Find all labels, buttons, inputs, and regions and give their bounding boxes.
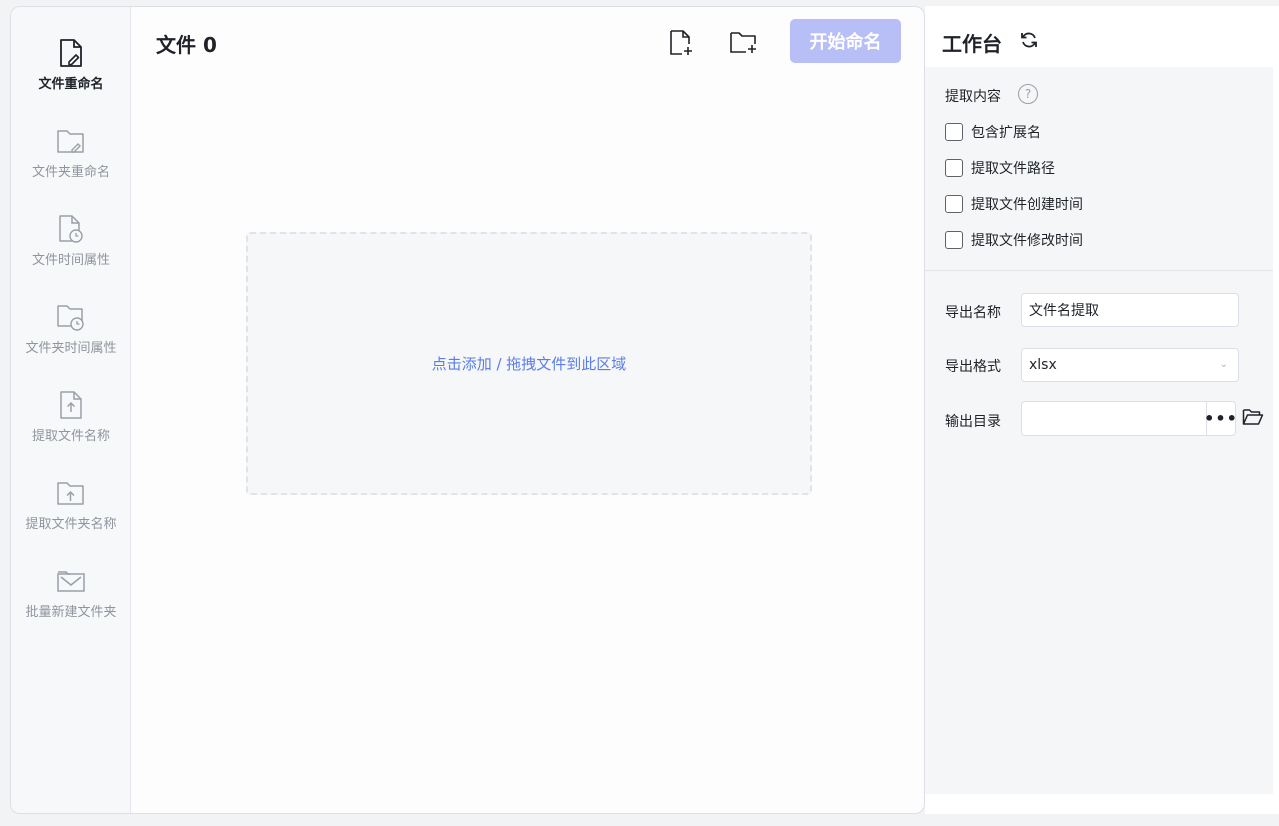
nav-item-label: 文件夹时间属性	[25, 341, 117, 356]
divider	[925, 270, 1273, 271]
checkbox[interactable]	[945, 231, 963, 249]
option-extract-path[interactable]: 提取文件路径	[945, 158, 1055, 178]
checkbox[interactable]	[945, 123, 963, 141]
nav-item-extract-file-name[interactable]: 提取文件名称	[11, 389, 131, 469]
nav-item-file-rename[interactable]: 文件重命名	[11, 37, 131, 117]
option-label: 提取文件创建时间	[971, 197, 1083, 213]
add-folder-button[interactable]	[728, 27, 760, 59]
file-clock-icon	[56, 213, 86, 245]
start-rename-button[interactable]: 开始命名	[790, 19, 901, 63]
file-upload-icon	[56, 389, 86, 421]
nav-item-batch-new-folder[interactable]: 批量新建文件夹	[11, 565, 131, 645]
file-count-title: 文件 0	[156, 33, 217, 57]
workbench-title: 工作台	[942, 32, 1002, 56]
nav-item-file-time[interactable]: 文件时间属性	[11, 213, 131, 293]
nav-item-folder-time[interactable]: 文件夹时间属性	[11, 301, 131, 381]
option-label: 提取文件路径	[971, 161, 1055, 177]
nav-item-label: 提取文件名称	[31, 429, 110, 444]
nav-item-label: 文件重命名	[38, 77, 104, 92]
chevron-down-icon: ⌄	[1219, 359, 1228, 370]
option-label: 包含扩展名	[971, 125, 1041, 141]
export-format-label: 导出格式	[945, 359, 1001, 375]
option-label: 提取文件修改时间	[971, 233, 1083, 249]
output-dir-label: 输出目录	[945, 414, 1001, 430]
nav-item-label: 文件时间属性	[31, 253, 110, 268]
add-file-button[interactable]	[665, 27, 697, 59]
folder-upload-icon	[56, 477, 86, 509]
refresh-icon[interactable]	[1017, 28, 1041, 52]
workbench-body: 提取内容 ? 包含扩展名 提取文件路径 提取文件创建时间 提取文件修改时间 导出…	[925, 67, 1273, 794]
main-card: 文件重命名 文件夹重命名 文件时间属性 文件夹时间属性 提取文件名称 提取文件夹…	[10, 6, 925, 814]
browse-button[interactable]: •••	[1204, 401, 1237, 436]
extract-content-label: 提取内容	[945, 89, 1001, 105]
nav-item-extract-folder-name[interactable]: 提取文件夹名称	[11, 477, 131, 557]
option-extract-created-time[interactable]: 提取文件创建时间	[945, 194, 1083, 214]
sidebar-nav: 文件重命名 文件夹重命名 文件时间属性 文件夹时间属性 提取文件名称 提取文件夹…	[11, 7, 131, 813]
option-extract-modified-time[interactable]: 提取文件修改时间	[945, 230, 1083, 250]
nav-item-label: 文件夹重命名	[31, 165, 110, 180]
export-format-value: xlsx	[1029, 357, 1057, 373]
nav-item-label: 批量新建文件夹	[25, 605, 117, 620]
workbench-panel: 工作台 提取内容 ? 包含扩展名 提取文件路径 提取文件创建时间 提取文件修改时…	[925, 6, 1279, 814]
file-plus-icon	[670, 30, 692, 55]
checkbox[interactable]	[945, 159, 963, 177]
export-format-select[interactable]: xlsx ⌄	[1021, 348, 1239, 382]
folder-edit-icon	[56, 125, 86, 157]
nav-item-label: 提取文件夹名称	[25, 517, 117, 532]
export-name-label: 导出名称	[945, 305, 1001, 321]
drop-zone-text: 点击添加 / 拖拽文件到此区域	[431, 355, 627, 373]
folder-mail-icon	[56, 565, 86, 597]
file-edit-icon	[56, 37, 86, 69]
folder-plus-icon	[730, 32, 756, 53]
open-folder-icon[interactable]	[1242, 407, 1264, 427]
checkbox[interactable]	[945, 195, 963, 213]
export-name-input[interactable]: 文件名提取	[1021, 293, 1239, 327]
folder-clock-icon	[56, 301, 86, 333]
help-icon[interactable]: ?	[1018, 84, 1038, 104]
file-list-area: 文件 0 开始命名 点击添加 / 拖拽文件到此区域	[132, 7, 924, 813]
option-include-extension[interactable]: 包含扩展名	[945, 122, 1041, 142]
file-drop-zone[interactable]: 点击添加 / 拖拽文件到此区域	[246, 232, 812, 495]
output-dir-input[interactable]	[1021, 401, 1207, 436]
nav-item-folder-rename[interactable]: 文件夹重命名	[11, 125, 131, 205]
